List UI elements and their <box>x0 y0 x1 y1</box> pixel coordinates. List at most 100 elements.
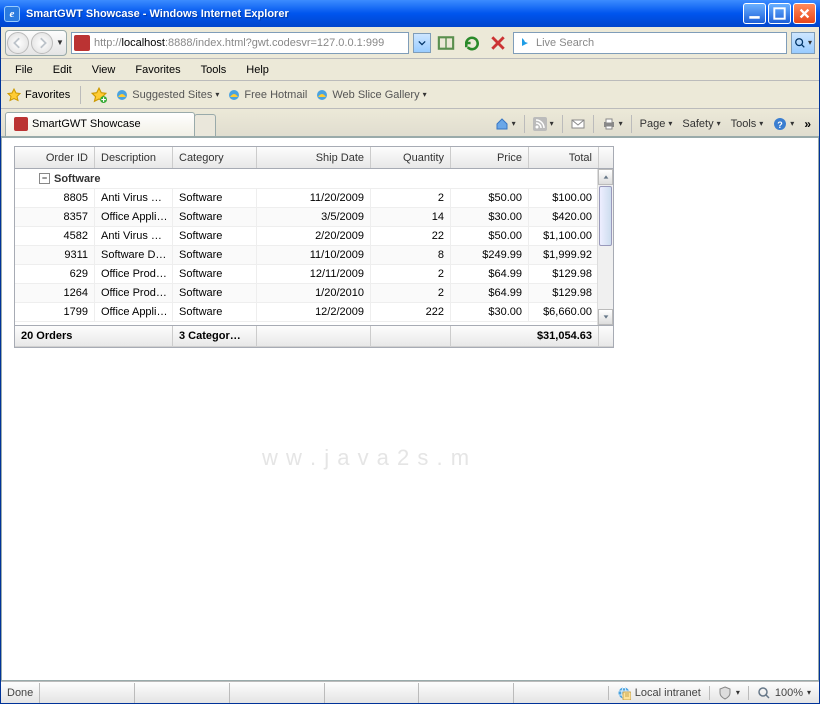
menu-view[interactable]: View <box>84 62 124 78</box>
ie-icon: e <box>4 6 20 22</box>
scrollbar-vertical[interactable] <box>597 169 613 325</box>
web-slice-link[interactable]: Web Slice Gallery▾ <box>315 88 426 102</box>
menu-edit[interactable]: Edit <box>45 62 80 78</box>
cell-total: $420.00 <box>529 208 599 226</box>
nav-history-dropdown[interactable]: ▼ <box>55 38 65 47</box>
cell-total: $129.98 <box>529 265 599 283</box>
protected-mode[interactable]: ▾ <box>709 686 748 700</box>
col-category[interactable]: Category <box>173 147 257 168</box>
cell-order-id: 629 <box>15 265 95 283</box>
table-row[interactable]: 4582Anti Virus …Software2/20/200922$50.0… <box>15 227 613 246</box>
cell-description: Office Appli… <box>95 303 173 321</box>
separator <box>524 115 525 133</box>
address-dropdown[interactable] <box>413 33 431 53</box>
stop-button[interactable] <box>487 32 509 54</box>
close-button[interactable] <box>793 3 816 24</box>
security-zone[interactable]: Local intranet <box>608 686 709 700</box>
col-total[interactable]: Total <box>529 147 599 168</box>
favorites-bar: Favorites Suggested Sites▾ Free Hotmail … <box>1 81 819 109</box>
menu-favorites[interactable]: Favorites <box>127 62 188 78</box>
col-price[interactable]: Price <box>451 147 529 168</box>
collapse-icon[interactable]: − <box>39 173 50 184</box>
cell-category: Software <box>173 227 257 245</box>
zoom-icon <box>757 686 771 700</box>
cell-quantity: 2 <box>371 265 451 283</box>
footer-blank1 <box>257 326 371 346</box>
back-button[interactable] <box>7 32 29 54</box>
cell-ship-date: 12/11/2009 <box>257 265 371 283</box>
zoom-label: 100% <box>775 687 803 699</box>
table-row[interactable]: 8805Anti Virus …Software11/20/20092$50.0… <box>15 189 613 208</box>
tools-menu[interactable]: Tools▾ <box>727 116 768 132</box>
tab-bar: SmartGWT Showcase ▾ ▾ ▾ Page▾ Safety▾ To… <box>1 109 819 137</box>
cell-order-id: 1799 <box>15 303 95 321</box>
col-quantity[interactable]: Quantity <box>371 147 451 168</box>
search-button[interactable]: ▾ <box>791 32 815 54</box>
zoom-control[interactable]: 100%▾ <box>748 686 819 700</box>
status-cells <box>39 683 607 703</box>
forward-button[interactable] <box>31 32 53 54</box>
menu-tools[interactable]: Tools <box>193 62 235 78</box>
cell-price: $50.00 <box>451 227 529 245</box>
safety-label: Safety <box>682 118 713 130</box>
read-mail-button[interactable] <box>567 115 589 133</box>
suggested-sites-link[interactable]: Suggested Sites▾ <box>115 88 219 102</box>
scroll-down-button[interactable] <box>598 309 613 325</box>
col-ship-date[interactable]: Ship Date <box>257 147 371 168</box>
address-bar[interactable]: http://localhost:8888/index.html?gwt.cod… <box>71 32 409 54</box>
browser-chrome: ▼ http://localhost:8888/index.html?gwt.c… <box>0 27 820 704</box>
command-bar: ▾ ▾ ▾ Page▾ Safety▾ Tools▾ ?▾ » <box>491 115 815 133</box>
menu-help[interactable]: Help <box>238 62 277 78</box>
feeds-button[interactable]: ▾ <box>529 115 558 133</box>
table-row[interactable]: 1799Office Appli…Software12/2/2009222$30… <box>15 303 613 322</box>
cell-order-id: 9311 <box>15 246 95 264</box>
site-favicon <box>74 35 90 51</box>
table-row[interactable]: 8357Office Appli…Software3/5/200914$30.0… <box>15 208 613 227</box>
safety-menu[interactable]: Safety▾ <box>678 116 724 132</box>
table-row[interactable]: 1264Office Prod…Software1/20/20102$64.99… <box>15 284 613 303</box>
table-row[interactable]: 629Office Prod…Software12/11/20092$64.99… <box>15 265 613 284</box>
scroll-thumb[interactable] <box>599 186 612 246</box>
compat-view-button[interactable] <box>435 32 457 54</box>
refresh-button[interactable] <box>461 32 483 54</box>
add-favorite-icon[interactable] <box>91 87 107 103</box>
menu-bar: File Edit View Favorites Tools Help <box>1 59 819 81</box>
free-hotmail-label: Free Hotmail <box>244 89 307 101</box>
table-row[interactable]: 9311Software D…Software11/10/20098$249.9… <box>15 246 613 265</box>
page-menu[interactable]: Page▾ <box>636 116 677 132</box>
search-box[interactable]: Live Search <box>513 32 787 54</box>
cell-quantity: 2 <box>371 284 451 302</box>
web-slice-label: Web Slice Gallery <box>332 89 419 101</box>
ie-page-icon <box>227 88 241 102</box>
group-row[interactable]: − Software <box>15 169 613 189</box>
cell-ship-date: 11/10/2009 <box>257 246 371 264</box>
footer-total: $31,054.63 <box>451 326 599 346</box>
minimize-button[interactable] <box>743 3 766 24</box>
home-button[interactable]: ▾ <box>491 115 520 133</box>
maximize-button[interactable] <box>768 3 791 24</box>
cell-total: $100.00 <box>529 189 599 207</box>
toolbar-overflow[interactable]: » <box>800 117 815 131</box>
cell-category: Software <box>173 265 257 283</box>
cell-quantity: 14 <box>371 208 451 226</box>
tab-title: SmartGWT Showcase <box>32 118 141 130</box>
cell-category: Software <box>173 189 257 207</box>
cell-order-id: 4582 <box>15 227 95 245</box>
scroll-up-button[interactable] <box>598 169 613 185</box>
col-description[interactable]: Description <box>95 147 173 168</box>
ie-page-icon <box>315 88 329 102</box>
data-grid: Order ID Description Category Ship Date … <box>14 146 614 348</box>
tab-active[interactable]: SmartGWT Showcase <box>5 112 195 136</box>
print-button[interactable]: ▾ <box>598 115 627 133</box>
cell-total: $6,660.00 <box>529 303 599 321</box>
menu-file[interactable]: File <box>7 62 41 78</box>
help-button[interactable]: ?▾ <box>769 115 798 133</box>
cell-quantity: 222 <box>371 303 451 321</box>
titlebar: e SmartGWT Showcase - Windows Internet E… <box>0 0 820 27</box>
col-order-id[interactable]: Order ID <box>15 147 95 168</box>
new-tab-button[interactable] <box>194 114 216 136</box>
favorites-button[interactable]: Favorites <box>7 88 70 102</box>
cell-quantity: 22 <box>371 227 451 245</box>
window-title: SmartGWT Showcase - Windows Internet Exp… <box>26 8 743 20</box>
free-hotmail-link[interactable]: Free Hotmail <box>227 88 307 102</box>
